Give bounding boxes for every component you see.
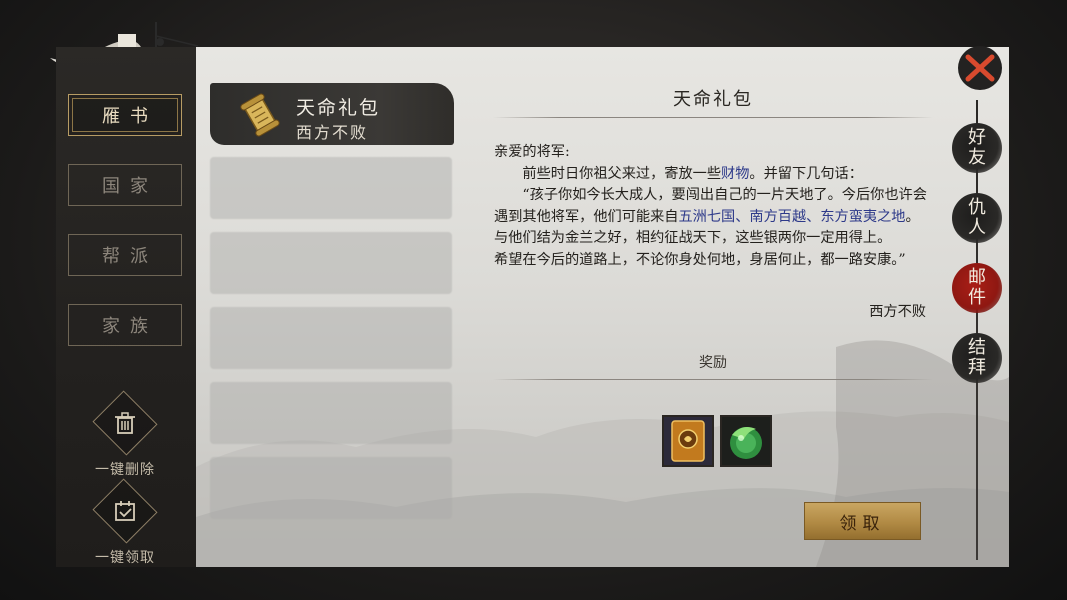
claim-all-label: 一键领取 bbox=[95, 550, 155, 566]
reward-item[interactable] bbox=[662, 415, 714, 467]
gold-token-card-icon bbox=[664, 417, 712, 465]
tab-mail[interactable]: 邮件 bbox=[949, 260, 1005, 316]
mail-list-item-empty bbox=[210, 157, 452, 219]
mail-body: 亲爱的将军: 前些时日你祖父来过，寄放一些财物。并留下几句话： “孩子你如今长大… bbox=[494, 142, 927, 271]
left-sidebar: 雁书 国家 帮派 家族 一键删除 一键领取 bbox=[56, 47, 197, 567]
tab-enemies[interactable]: 仇人 bbox=[949, 190, 1005, 246]
mail-list-item-empty bbox=[210, 457, 452, 519]
sidebar-tab-label: 国家 bbox=[102, 176, 158, 197]
calendar-check-icon bbox=[115, 501, 135, 521]
sidebar-tab-guojia[interactable]: 国家 bbox=[68, 164, 182, 206]
tab-sworn-brothers[interactable]: 结拜 bbox=[949, 330, 1005, 386]
reward-divider bbox=[493, 379, 933, 380]
mail-list-item-empty bbox=[210, 307, 452, 369]
tab-label: 结拜 bbox=[968, 337, 986, 378]
sidebar-tab-label: 雁书 bbox=[102, 106, 158, 127]
mail-greeting: 亲爱的将军: bbox=[494, 144, 570, 160]
sidebar-tab-yanshu[interactable]: 雁书 bbox=[68, 94, 182, 136]
tab-label: 邮件 bbox=[968, 267, 986, 308]
tab-label: 好友 bbox=[968, 127, 986, 168]
mail-panel: 天命礼包 西方不败 天命礼包 亲爱的将军: 前些时日你祖父来过，寄放一些财物。并… bbox=[196, 47, 1009, 567]
mail-list-item-selected[interactable]: 天命礼包 西方不败 bbox=[210, 83, 454, 145]
delete-all-frame bbox=[92, 390, 158, 456]
green-jade-orb-icon bbox=[722, 417, 770, 465]
claim-all-frame bbox=[92, 478, 158, 544]
sidebar-tab-label: 帮派 bbox=[102, 246, 158, 267]
reward-label: 奖励 bbox=[699, 355, 727, 371]
scroll-icon bbox=[240, 93, 280, 137]
mail-paragraph-2: “孩子你如今长大成人，要闯出自己的一片天地了。今后你也许会遇到其他将军，他们可能… bbox=[494, 187, 927, 246]
claim-all-button[interactable]: 一键领取 bbox=[80, 478, 170, 567]
tab-label: 仇人 bbox=[968, 197, 986, 238]
mail-paragraph-3: 希望在今后的道路上，不论你身处何地，身居何止，都一路安康。” bbox=[494, 251, 906, 268]
mail-list-item-empty bbox=[210, 232, 452, 294]
mail-title: 天命礼包 bbox=[673, 89, 753, 110]
delete-all-label: 一键删除 bbox=[95, 462, 155, 478]
reward-item[interactable] bbox=[720, 415, 772, 467]
mail-list-item-empty bbox=[210, 382, 452, 444]
sidebar-tab-bangpai[interactable]: 帮派 bbox=[68, 234, 182, 276]
sidebar-tab-jiazu[interactable]: 家族 bbox=[68, 304, 182, 346]
claim-button[interactable]: 领取 bbox=[804, 502, 921, 540]
trash-icon bbox=[115, 412, 135, 434]
sidebar-tab-label: 家族 bbox=[102, 316, 158, 337]
mail-item-sender: 西方不败 bbox=[296, 123, 369, 142]
title-divider bbox=[493, 117, 933, 118]
mail-signature: 西方不败 bbox=[869, 304, 926, 320]
delete-all-button[interactable]: 一键删除 bbox=[80, 390, 170, 479]
close-button[interactable] bbox=[955, 44, 1005, 92]
close-icon bbox=[958, 46, 1002, 90]
mail-paragraph-1: 前些时日你祖父来过，寄放一些财物。并留下几句话： bbox=[522, 165, 863, 182]
highlight-text: 五洲七国、南方百越、东方蛮夷之地 bbox=[678, 208, 906, 225]
mail-item-title: 天命礼包 bbox=[296, 97, 381, 119]
claim-button-label: 领取 bbox=[839, 513, 886, 534]
highlight-text: 财物 bbox=[721, 165, 750, 182]
tab-friends[interactable]: 好友 bbox=[949, 120, 1005, 176]
